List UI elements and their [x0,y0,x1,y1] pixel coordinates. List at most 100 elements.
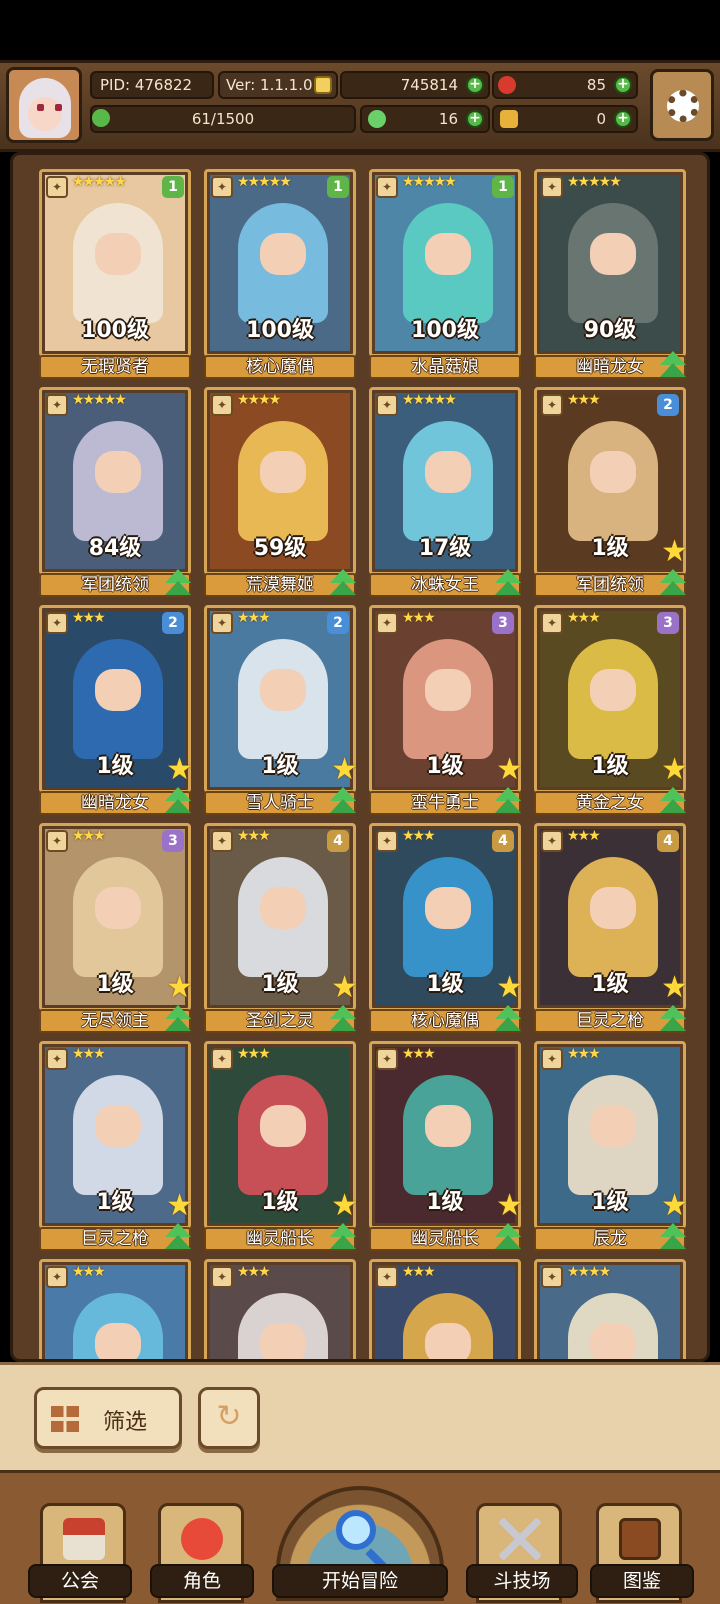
character-face [95,233,141,275]
element-icon: ✦ [376,830,398,852]
character-card[interactable]: ✦ ★★★★★ 1 100级 无瑕贤者 [39,169,191,379]
element-icon: ✦ [46,1266,68,1288]
star-rating: ★★★ [567,392,601,408]
character-card[interactable]: ✦ ★★★ 3 1级 无尽领主 ★ [39,823,193,1033]
clover-icon [368,110,386,128]
level-up-icon [328,1223,358,1251]
star-rating: ★★★★★ [402,174,457,190]
version-display: Ver: 1.1.1.0 [218,71,338,99]
character-card[interactable]: ✦ ★★★ 2 1级 幽暗龙女 ★ [39,605,193,815]
star-rating: ★★★ [237,1264,271,1280]
level-up-icon [163,787,193,815]
character-name: 核心魔偶 [204,355,356,379]
character-name: 无瑕贤者 [39,355,191,379]
rank-badge: 4 [327,830,349,852]
star-rating: ★★★★★ [72,392,127,408]
refresh-button[interactable]: ↻ [198,1387,260,1449]
element-icon: ✦ [211,176,233,198]
rank-badge: 2 [162,612,184,634]
character-face [95,1105,141,1147]
character-card[interactable]: ✦ ★★★ 2 1级 雪人骑士 ★ [204,605,358,815]
character-card[interactable]: ✦ ★★★ 1级 幽灵船长 ★ [204,1041,358,1251]
star-upgrade-icon: ★ [661,1188,688,1223]
character-face [425,887,471,929]
element-icon: ✦ [376,612,398,634]
filter-label: 筛选 [103,1410,148,1435]
star-rating: ★★★ [237,828,271,844]
star-upgrade-icon: ★ [166,752,193,787]
character-face [260,451,306,493]
character-face [260,887,306,929]
filter-button[interactable]: 筛选 [34,1387,182,1449]
guild-icon [63,1518,105,1560]
level-up-icon [493,1223,523,1251]
character-card[interactable]: ✦ ★★★★★ 1 100级 核心魔偶 [204,169,356,379]
pid-display: PID: 476822 [90,71,214,99]
element-icon: ✦ [376,394,398,416]
nav-codex-label[interactable]: 图鉴 [590,1564,694,1598]
character-card[interactable]: ✦ ★★★ 1级 辰龙 ★ [534,1041,688,1251]
character-card[interactable]: ✦ ★★★ 3 1级 蛮牛勇士 ★ [369,605,523,815]
character-face [590,887,636,929]
player-avatar[interactable] [6,67,82,143]
character-card[interactable]: ✦ ★★★ 3 1级 黄金之女 ★ [534,605,688,815]
character-card[interactable]: ✦ ★★★★ [534,1259,686,1359]
add-apple-button[interactable]: + [614,76,632,94]
rank-badge: 4 [657,830,679,852]
nav-guild-label[interactable]: 公会 [28,1564,132,1598]
element-icon: ✦ [211,1266,233,1288]
card-frame: ✦ ★★★★★ 1 100级 [39,169,191,357]
rank-badge: 1 [492,176,514,198]
character-card[interactable]: ✦ ★★★ 2 1级 军团统领 ★ [534,387,688,597]
add-clover-button[interactable]: + [466,110,484,128]
gold-value: 745814 [400,76,458,94]
add-gold-button[interactable]: + [466,76,484,94]
element-icon: ✦ [541,1266,563,1288]
star-rating: ★★★ [402,828,436,844]
character-level: 100级 [81,318,149,343]
character-card[interactable]: ✦ ★★★★ 59级 荒漠舞姬 [204,387,356,597]
element-icon: ✦ [46,176,68,198]
character-level: 59级 [253,536,307,561]
element-icon: ✦ [541,394,563,416]
star-rating: ★★★ [72,1264,106,1280]
character-card[interactable]: ✦ ★★★ [39,1259,191,1359]
character-face [260,669,306,711]
apple-value: 85 [586,76,606,94]
star-upgrade-icon: ★ [331,752,358,787]
nav-arena-label[interactable]: 斗技场 [466,1564,578,1598]
character-card[interactable]: ✦ ★★★ 4 1级 巨灵之枪 ★ [534,823,688,1033]
star-upgrade-icon: ★ [496,970,523,1005]
star-upgrade-icon: ★ [496,1188,523,1223]
clover-exp-icon [92,109,110,127]
book-icon [619,1518,661,1560]
character-card[interactable]: ✦ ★★★ 4 1级 圣剑之灵 ★ [204,823,358,1033]
character-face [425,1105,471,1147]
character-face [590,1105,636,1147]
star-rating: ★★★ [72,828,106,844]
element-icon: ✦ [376,1266,398,1288]
element-icon: ✦ [211,830,233,852]
character-card[interactable]: ✦ ★★★★★ 90级 幽暗龙女 [534,169,686,379]
gold-counter: 745814 + [340,71,490,99]
clover-value: 16 [438,110,458,128]
character-card[interactable]: ✦ ★★★ 4 1级 核心魔偶 ★ [369,823,523,1033]
nav-character-label[interactable]: 角色 [150,1564,254,1598]
character-card[interactable]: ✦ ★★★★★ 1 100级 水晶菇娘 [369,169,521,379]
character-level: 90级 [583,318,637,343]
character-card[interactable]: ✦ ★★★ 1级 幽灵船长 ★ [369,1041,523,1251]
character-card[interactable]: ✦ ★★★★★ 17级 冰蛛女王 [369,387,523,597]
level-up-icon [163,569,193,597]
star-upgrade-icon: ★ [496,752,523,787]
character-card[interactable]: ✦ ★★★ [369,1259,521,1359]
character-card[interactable]: ✦ ★★★ [204,1259,356,1359]
settings-button[interactable] [650,69,714,141]
nav-adventure-label[interactable]: 开始冒险 [272,1564,448,1598]
card-frame: ✦ ★★★★★ 1 100级 [369,169,521,357]
character-card[interactable]: ✦ ★★★ 1级 巨灵之枪 ★ [39,1041,193,1251]
add-key-button[interactable]: + [614,110,632,128]
star-rating: ★★★ [402,1264,436,1280]
character-level: 17级 [418,536,472,561]
character-card[interactable]: ✦ ★★★★★ 84级 军团统领 [39,387,193,597]
level-up-icon [493,569,523,597]
